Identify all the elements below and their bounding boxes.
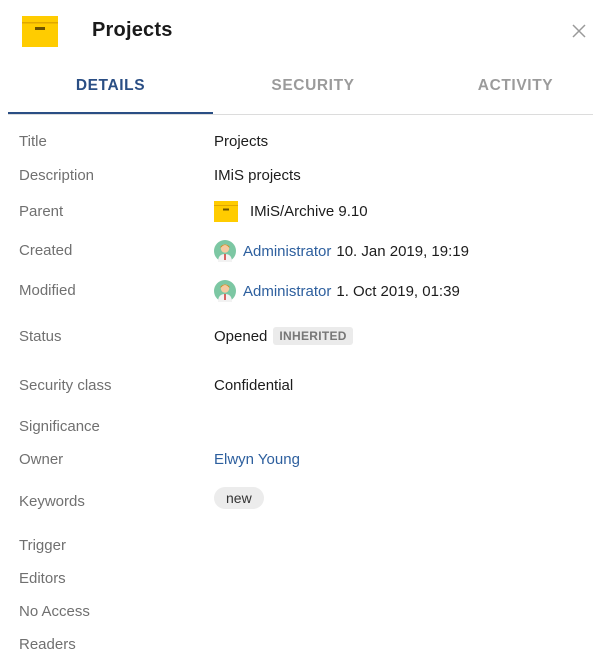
security-class-label: Security class [19, 377, 112, 394]
description-value: IMiS projects [214, 167, 301, 184]
folder-icon [22, 16, 58, 47]
readers-label: Readers [19, 636, 76, 653]
status-text: Opened [214, 327, 268, 345]
status-label: Status [19, 328, 62, 345]
created-value: Administrator 10. Jan 2019, 19:19 [214, 240, 469, 262]
inherited-badge: INHERITED [273, 327, 353, 345]
created-by-link[interactable]: Administrator [243, 243, 331, 260]
significance-label: Significance [19, 418, 100, 435]
modified-label: Modified [19, 282, 76, 299]
owner-label: Owner [19, 451, 64, 468]
parent-folder-icon [214, 201, 238, 222]
created-date: 10. Jan 2019, 19:19 [336, 242, 469, 260]
title-value: Projects [214, 133, 269, 150]
keyword-chip[interactable]: new [214, 487, 264, 509]
no-access-label: No Access [19, 603, 90, 620]
user-avatar-icon [214, 240, 236, 262]
tab-activity[interactable]: ACTIVITY [418, 64, 593, 113]
description-label: Description [19, 167, 95, 184]
tab-details[interactable]: DETAILS [8, 64, 213, 114]
parent-label: Parent [19, 203, 64, 220]
user-avatar-icon [214, 280, 236, 302]
panel-header: Projects [0, 0, 593, 60]
panel-title: Projects [92, 19, 173, 41]
editors-label: Editors [19, 570, 66, 587]
modified-value: Administrator 1. Oct 2019, 01:39 [214, 280, 460, 302]
parent-value[interactable]: IMiS/Archive 9.10 [214, 201, 368, 222]
keywords-label: Keywords [19, 493, 85, 510]
keywords-value: new [214, 487, 264, 509]
tab-bar: DETAILS SECURITY ACTIVITY [8, 64, 593, 115]
modified-by-link[interactable]: Administrator [243, 283, 331, 300]
security-class-value: Confidential [214, 377, 294, 394]
title-label: Title [19, 133, 47, 150]
parent-path[interactable]: IMiS/Archive 9.10 [250, 203, 368, 220]
owner-link[interactable]: Elwyn Young [214, 451, 300, 468]
tab-security[interactable]: SECURITY [213, 64, 413, 113]
modified-date: 1. Oct 2019, 01:39 [336, 282, 460, 300]
close-icon[interactable] [569, 21, 589, 41]
created-label: Created [19, 242, 73, 259]
status-value: Opened INHERITED [214, 327, 353, 345]
trigger-label: Trigger [19, 537, 66, 554]
